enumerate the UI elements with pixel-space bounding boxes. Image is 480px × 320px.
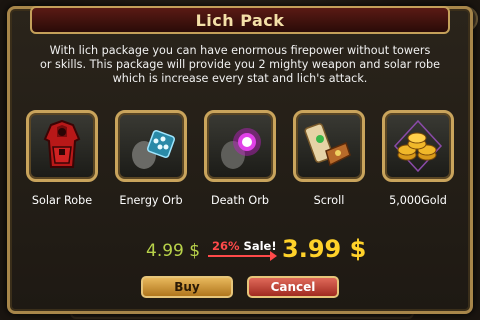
- item-label: Solar Robe: [31, 194, 93, 207]
- death-orb-icon: [204, 110, 276, 182]
- description-line: or skills. This package will provide you…: [40, 58, 440, 71]
- description-line: which is increase every stat and lich's …: [112, 72, 368, 85]
- sale-percent: 26%: [212, 239, 240, 253]
- robe-icon: [26, 110, 98, 182]
- item-label: Death Orb: [211, 194, 269, 207]
- gold-coins-icon: [382, 110, 454, 182]
- item-energy-orb: Energy Orb: [111, 110, 191, 207]
- pack-description: With lich package you can have enormous …: [12, 44, 468, 86]
- pack-items: Solar Robe Energy Orb Death Orb Scroll 5…: [22, 110, 458, 207]
- energy-orb-icon: [115, 110, 187, 182]
- item-solar-robe: Solar Robe: [22, 110, 102, 207]
- item-gold: 5,000Gold: [378, 110, 458, 207]
- item-scroll: Scroll: [289, 110, 369, 207]
- cancel-button[interactable]: Cancel: [247, 276, 339, 298]
- dialog-title: Lich Pack: [195, 10, 285, 30]
- sale-badge: 26% Sale!: [212, 239, 277, 253]
- dialog-title-bar: Lich Pack: [30, 6, 450, 34]
- sale-price: 3.99 $: [282, 235, 367, 263]
- item-label: Energy Orb: [119, 194, 183, 207]
- buy-button[interactable]: Buy: [141, 276, 233, 298]
- scroll-icon: [293, 110, 365, 182]
- item-label: 5,000Gold: [389, 194, 447, 207]
- item-death-orb: Death Orb: [200, 110, 280, 207]
- arrow-head-icon: [270, 251, 277, 261]
- item-label: Scroll: [313, 194, 345, 207]
- price-row: 4.99 $ 26% Sale! 3.99 $: [0, 235, 480, 265]
- description-line: With lich package you can have enormous …: [49, 44, 431, 57]
- sale-arrow-icon: [208, 255, 274, 257]
- original-price: 4.99 $: [146, 241, 201, 261]
